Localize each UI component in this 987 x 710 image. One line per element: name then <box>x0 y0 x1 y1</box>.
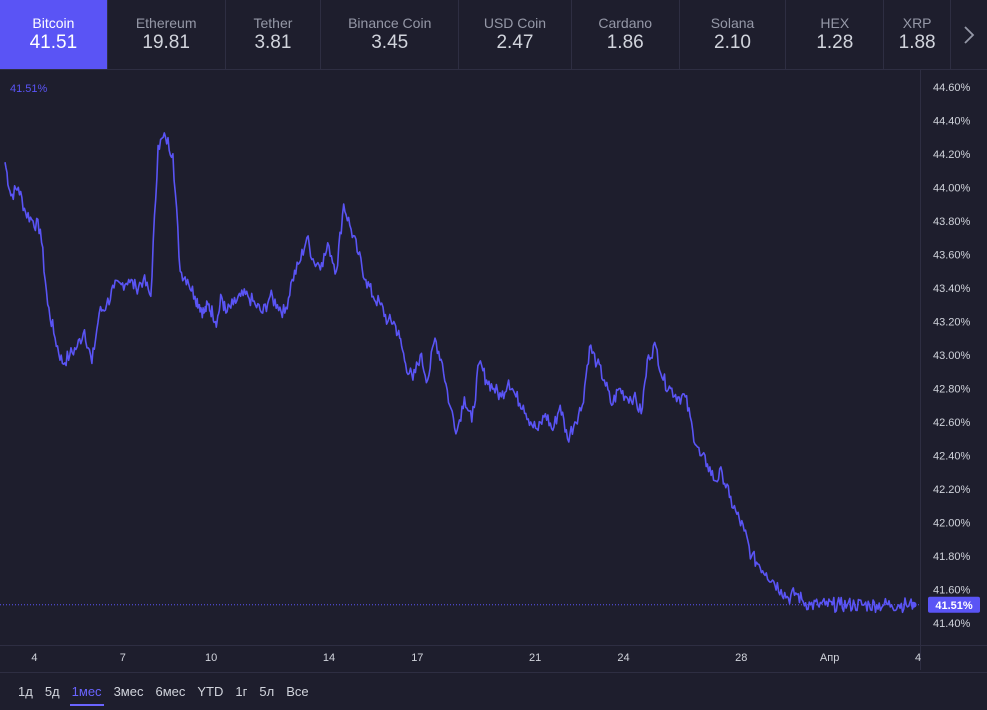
tab-bitcoin[interactable]: Bitcoin 41.51 <box>0 0 108 69</box>
tab-name: HEX <box>820 15 850 31</box>
range-button-2[interactable]: 1мес <box>66 680 108 706</box>
asset-tabs: Bitcoin 41.51 Ethereum 19.81 Tether 3.81 Binan… <box>0 0 987 70</box>
y-tick-label: 43.80% <box>933 216 971 228</box>
tab-value: 1.88 <box>898 32 936 53</box>
y-tick-label: 41.40% <box>933 618 971 630</box>
x-tick-label: Апр <box>820 652 839 664</box>
y-tick-label: 42.80% <box>933 384 971 396</box>
tab-name: XRP <box>902 15 932 31</box>
range-button-3[interactable]: 3мес <box>108 680 150 704</box>
range-button-4[interactable]: 6мес <box>149 680 191 704</box>
tab-cardano[interactable]: Cardano 1.86 <box>572 0 680 69</box>
x-tick-label: 24 <box>617 652 629 664</box>
tab-name: Tether <box>253 15 293 31</box>
y-tick-label: 43.60% <box>933 249 971 261</box>
dominance-chart: 41.40% 41.60% 41.80% 42.00% 42.20% 42.40% 42.6… <box>0 70 987 670</box>
x-tick-label: 4 <box>915 652 921 664</box>
tab-value: 3.45 <box>371 32 409 53</box>
range-button-7[interactable]: 5л <box>253 680 280 704</box>
tab-name: USD Coin <box>483 15 547 31</box>
tab-value: 3.81 <box>254 32 292 53</box>
x-tick-label: 10 <box>205 652 217 664</box>
tab-name: Solana <box>710 15 755 31</box>
legend-value: 41.51% <box>10 83 48 95</box>
y-tick-label: 44.00% <box>933 182 971 194</box>
tab-tether[interactable]: Tether 3.81 <box>226 0 322 69</box>
tab-name: Cardano <box>598 15 653 31</box>
x-tick-label: 21 <box>529 652 541 664</box>
tab-value: 19.81 <box>142 32 190 53</box>
tab-name: Bitcoin <box>32 15 75 31</box>
range-button-0[interactable]: 1д <box>12 680 39 704</box>
tab-ethereum[interactable]: Ethereum 19.81 <box>108 0 226 69</box>
tab-value: 1.28 <box>816 32 854 53</box>
tab-binance-coin[interactable]: Binance Coin 3.45 <box>321 0 460 69</box>
x-tick-label: 28 <box>735 652 747 664</box>
y-tick-label: 43.00% <box>933 350 971 362</box>
y-tick-label: 42.60% <box>933 417 971 429</box>
tab-name: Ethereum <box>135 15 197 31</box>
y-tick-label: 43.20% <box>933 316 971 328</box>
y-tick-label: 42.40% <box>933 451 971 463</box>
range-button-1[interactable]: 5д <box>39 680 66 704</box>
tab-value: 2.10 <box>714 32 751 53</box>
x-tick-label: 14 <box>323 652 335 664</box>
chevron-right-icon[interactable] <box>951 0 987 69</box>
series-line <box>4 132 915 614</box>
y-tick-label: 42.20% <box>933 484 971 496</box>
y-tick-label: 44.20% <box>933 149 971 161</box>
x-tick-label: 7 <box>120 652 126 664</box>
y-tick-label: 44.60% <box>933 82 971 94</box>
y-tick-label: 44.40% <box>933 115 971 127</box>
x-tick-label: 4 <box>31 652 37 664</box>
tab-usd-coin[interactable]: USD Coin 2.47 <box>459 0 572 69</box>
last-value-label: 41.51% <box>935 600 973 612</box>
range-button-5[interactable]: YTD <box>191 680 229 704</box>
tab-name: Binance Coin <box>348 15 432 31</box>
tab-solana[interactable]: Solana 2.10 <box>680 0 787 69</box>
y-tick-label: 41.60% <box>933 585 971 597</box>
tab-xrp[interactable]: XRP 1.88 <box>884 0 952 69</box>
range-selector: 1д 5д 1мес 3мес 6мес YTD 1г 5л Все <box>0 672 987 710</box>
x-tick-label: 17 <box>411 652 423 664</box>
range-button-6[interactable]: 1г <box>229 680 253 704</box>
tab-value: 2.47 <box>496 32 534 53</box>
range-button-8[interactable]: Все <box>280 680 314 704</box>
y-tick-label: 43.40% <box>933 283 971 295</box>
y-tick-label: 42.00% <box>933 518 971 530</box>
y-tick-label: 41.80% <box>933 551 971 563</box>
tab-value: 41.51 <box>29 32 78 53</box>
tab-value: 1.86 <box>606 32 644 53</box>
tab-hex[interactable]: HEX 1.28 <box>786 0 885 69</box>
